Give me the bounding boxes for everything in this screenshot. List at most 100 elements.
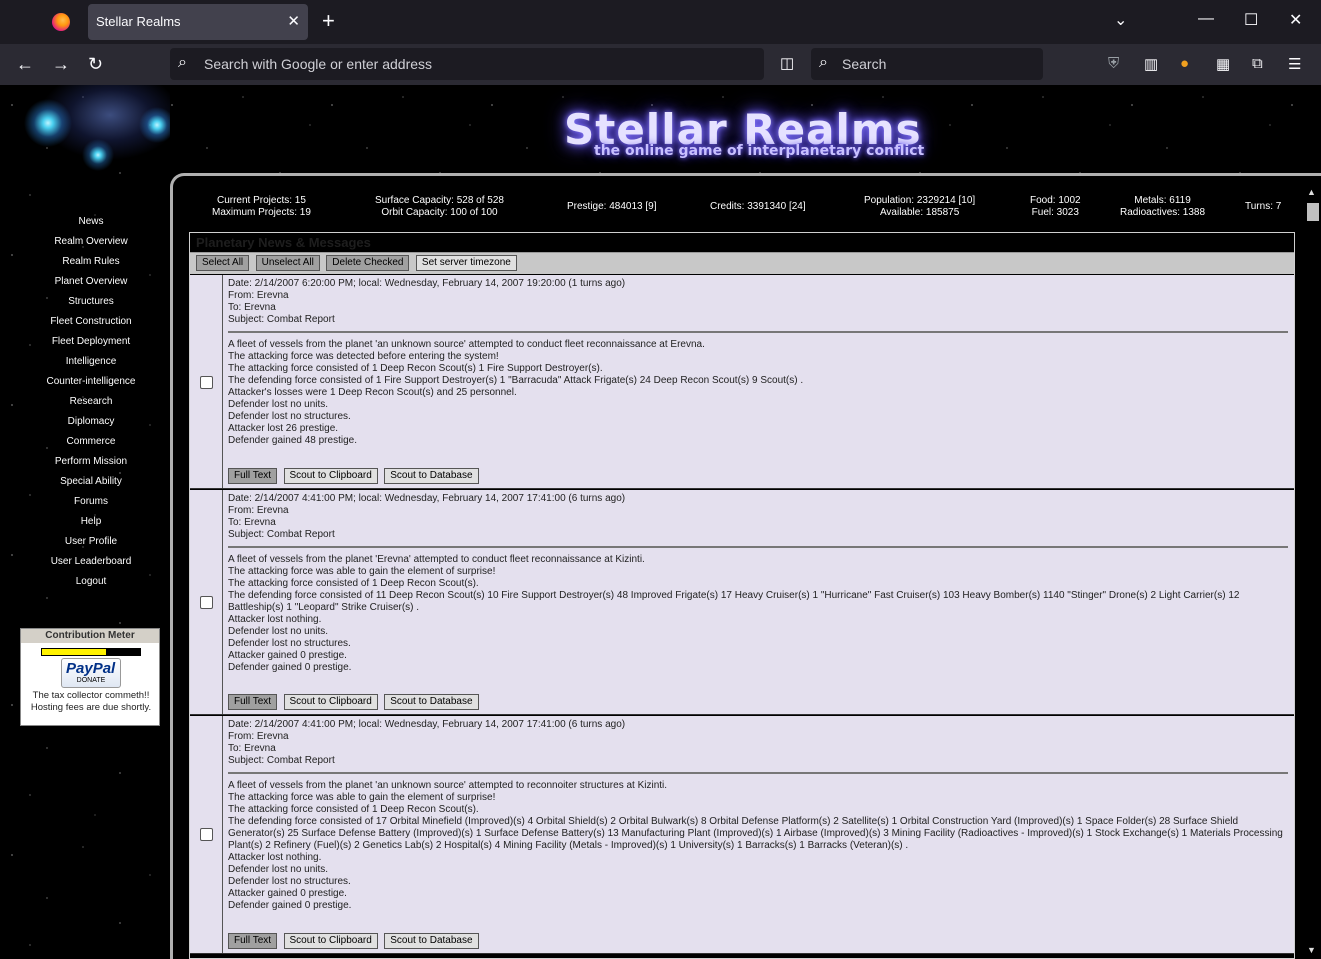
forward-arrow-icon[interactable]: → — [52, 53, 70, 75]
stat-projects: Current Projects: 15 Maximum Projects: 1… — [212, 195, 311, 219]
firefox-logo-icon — [52, 13, 70, 31]
scout-to-clipboard-button[interactable]: Scout to Clipboard — [283, 694, 378, 710]
scout-to-database-button[interactable]: Scout to Database — [384, 694, 479, 710]
message-line: Defender lost no units. — [228, 399, 329, 410]
search-bar[interactable]: ⌕ Search — [811, 48, 1043, 80]
list-all-tabs-icon[interactable]: ⌄ — [1114, 10, 1127, 30]
window-minimize-icon[interactable]: — — [1198, 10, 1214, 28]
nav-link-news[interactable]: News — [0, 213, 182, 233]
left-navigation: News Realm Overview Realm Rules Planet O… — [0, 213, 182, 593]
nav-link-intelligence[interactable]: Intelligence — [0, 353, 182, 373]
message-line: A fleet of vessels from the planet 'Erev… — [228, 554, 645, 565]
paypal-donate-button[interactable]: PayPal DONATE — [61, 658, 121, 688]
stat-metals: Metals: 6119 — [1134, 195, 1191, 206]
message-from: From: Erevna — [228, 731, 289, 742]
news-messages-panel: Planetary News & Messages Select All Uns… — [189, 232, 1295, 959]
message-date: Date: 2/14/2007 4:41:00 PM; local: Wedne… — [228, 493, 626, 504]
message-checkbox[interactable] — [200, 376, 213, 389]
reload-icon[interactable]: ↻ — [88, 53, 103, 75]
meter-text: The tax collector commeth!! Hosting fees… — [30, 690, 152, 713]
scrollbar-thumb[interactable] — [1307, 203, 1319, 221]
ublock-shield-icon[interactable]: ⛨ — [1108, 55, 1119, 72]
message-checkbox[interactable] — [200, 596, 213, 609]
panel-title: Planetary News & Messages — [190, 233, 1294, 252]
scout-to-database-button[interactable]: Scout to Database — [384, 468, 479, 484]
nav-link-diplomacy[interactable]: Diplomacy — [0, 413, 182, 433]
message-line: A fleet of vessels from the planet 'an u… — [228, 780, 668, 791]
meter-progress-bar — [41, 648, 141, 656]
meter-title: Contribution Meter — [21, 629, 159, 643]
page-scrollbar[interactable]: ▲ ▼ — [1303, 185, 1321, 959]
message-line: Attacker lost nothing. — [228, 614, 322, 625]
pocket-icon[interactable]: ◫ — [780, 54, 794, 72]
nav-link-user-profile[interactable]: User Profile — [0, 533, 182, 553]
nav-link-fleet-deployment[interactable]: Fleet Deployment — [0, 333, 182, 353]
stat-food: Food: 1002 — [1030, 195, 1081, 206]
stat-food-fuel: Food: 1002 Fuel: 3023 — [1030, 195, 1081, 219]
search-input[interactable]: Search — [842, 56, 886, 72]
message-content: Date: 2/14/2007 4:41:00 PM; local: Wedne… — [228, 719, 1288, 912]
message-row: Date: 2/14/2007 4:41:00 PM; local: Wedne… — [190, 490, 1294, 715]
nav-link-research[interactable]: Research — [0, 393, 182, 413]
scout-to-database-button[interactable]: Scout to Database — [384, 933, 479, 949]
url-bar[interactable]: ⌕ Search with Google or enter address — [170, 48, 764, 80]
nav-link-user-leaderboard[interactable]: User Leaderboard — [0, 553, 182, 573]
set-server-timezone-button[interactable]: Set server timezone — [415, 255, 517, 271]
new-tab-icon[interactable]: + — [322, 8, 335, 34]
browser-nav-bar: ← → ↻ ⌕ Search with Google or enter addr… — [0, 44, 1321, 85]
scout-to-clipboard-button[interactable]: Scout to Clipboard — [283, 933, 378, 949]
stats-bar: Current Projects: 15 Maximum Projects: 1… — [184, 195, 1294, 225]
message-line: The attacking force consisted of 1 Deep … — [228, 804, 479, 815]
message-subject: Subject: Combat Report — [228, 314, 335, 325]
browser-tab[interactable]: Stellar Realms ✕ — [88, 4, 308, 40]
scout-to-clipboard-button[interactable]: Scout to Clipboard — [283, 468, 378, 484]
tab-close-icon[interactable]: ✕ — [287, 12, 300, 30]
message-line: Attacker gained 0 prestige. — [228, 650, 347, 661]
message-date: Date: 2/14/2007 4:41:00 PM; local: Wedne… — [228, 719, 626, 730]
extension-cat-icon[interactable]: ● — [1180, 55, 1189, 72]
full-text-button[interactable]: Full Text — [228, 694, 278, 710]
message-line: Attacker lost 26 prestige. — [228, 423, 339, 434]
nav-link-perform-mission[interactable]: Perform Mission — [0, 453, 182, 473]
message-line: Defender gained 0 prestige. — [228, 900, 352, 911]
message-actions: Full Text Scout to Clipboard Scout to Da… — [228, 933, 481, 951]
full-text-button[interactable]: Full Text — [228, 468, 278, 484]
delete-checked-button[interactable]: Delete Checked — [326, 255, 410, 271]
hamburger-menu-icon[interactable]: ☰ — [1288, 55, 1301, 73]
nav-link-counter-intelligence[interactable]: Counter-intelligence — [0, 373, 182, 393]
nav-link-realm-overview[interactable]: Realm Overview — [0, 233, 182, 253]
message-line: Defender gained 0 prestige. — [228, 662, 352, 673]
stat-credits: Credits: 3391340 [24] — [710, 201, 806, 212]
scroll-up-arrow-icon[interactable]: ▲ — [1307, 187, 1316, 197]
addons-grid-icon[interactable]: ▦ — [1216, 55, 1230, 73]
nav-link-forums[interactable]: Forums — [0, 493, 182, 513]
panel-toolbar: Select All Unselect All Delete Checked S… — [190, 252, 1294, 274]
window-close-icon[interactable]: ✕ — [1289, 10, 1302, 30]
stat-orbit-capacity: Orbit Capacity: 100 of 100 — [381, 207, 498, 218]
window-maximize-icon[interactable]: ☐ — [1244, 10, 1258, 30]
message-line: The defending force consisted of 17 Orbi… — [228, 816, 1283, 851]
back-arrow-icon[interactable]: ← — [16, 53, 34, 75]
page-content: Stellar Realms the online game of interp… — [0, 85, 1321, 959]
stat-population-total: Population: 2329214 [10] — [864, 195, 976, 206]
full-text-button[interactable]: Full Text — [228, 933, 278, 949]
nav-link-structures[interactable]: Structures — [0, 293, 182, 313]
stat-current-projects: Current Projects: 15 — [216, 195, 306, 206]
nav-link-help[interactable]: Help — [0, 513, 182, 533]
meter-progress-fill — [42, 649, 106, 655]
url-input[interactable]: Search with Google or enter address — [204, 56, 432, 72]
sidebar-toggle-icon[interactable]: ▥ — [1144, 55, 1158, 73]
nav-link-commerce[interactable]: Commerce — [0, 433, 182, 453]
nav-link-logout[interactable]: Logout — [0, 573, 182, 593]
unselect-all-button[interactable]: Unselect All — [255, 255, 320, 271]
message-divider — [228, 546, 1288, 548]
nav-link-fleet-construction[interactable]: Fleet Construction — [0, 313, 182, 333]
select-all-button[interactable]: Select All — [196, 255, 250, 271]
nav-link-special-ability[interactable]: Special Ability — [0, 473, 182, 493]
message-line: Attacker lost nothing. — [228, 852, 322, 863]
scroll-down-arrow-icon[interactable]: ▼ — [1307, 945, 1316, 955]
nav-link-planet-overview[interactable]: Planet Overview — [0, 273, 182, 293]
message-checkbox[interactable] — [200, 828, 213, 841]
nav-link-realm-rules[interactable]: Realm Rules — [0, 253, 182, 273]
extensions-puzzle-icon[interactable]: ⧉ — [1252, 55, 1263, 72]
